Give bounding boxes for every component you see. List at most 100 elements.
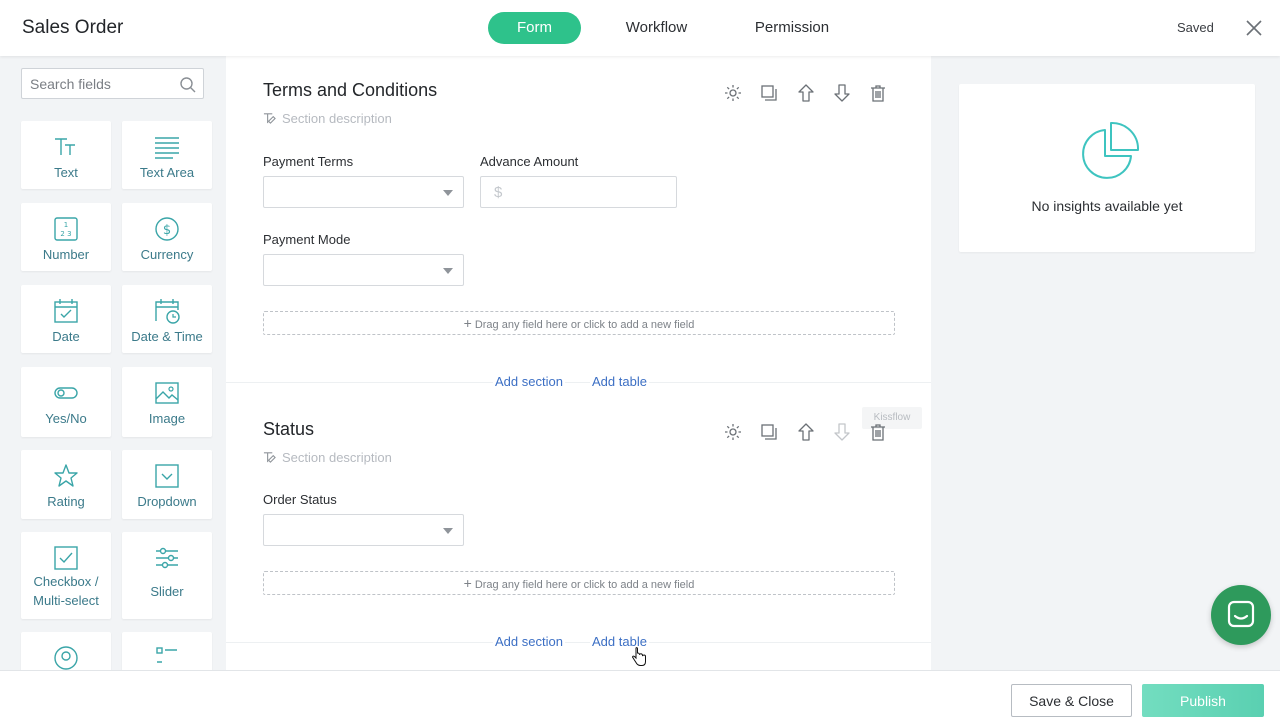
field-label: Order Status: [263, 492, 337, 507]
field-tile-list[interactable]: [122, 632, 212, 670]
chevron-down-icon: [443, 190, 453, 196]
checkbox-icon: [54, 546, 78, 570]
field-tile-label: Text Area: [139, 165, 195, 180]
currency-icon: $: [155, 217, 179, 241]
field-tile-label: Number: [42, 247, 90, 262]
save-close-button[interactable]: Save & Close: [1011, 684, 1132, 717]
field-tile-label: Currency: [140, 247, 194, 262]
date-icon: [54, 299, 78, 323]
svg-text:2 3: 2 3: [60, 230, 71, 238]
chevron-down-icon: [443, 268, 453, 274]
pointer-cursor-icon: [631, 647, 646, 666]
settings-icon[interactable]: [723, 422, 743, 442]
section-description[interactable]: Section description: [263, 450, 392, 465]
pie-chart-icon: [1082, 121, 1140, 179]
field-tile-date-time[interactable]: Date & Time: [122, 285, 212, 353]
field-tile-date[interactable]: Date: [21, 285, 111, 353]
date-time-icon: [155, 299, 180, 324]
field-tile-label: Rating: [47, 494, 85, 509]
close-icon[interactable]: [1244, 18, 1264, 38]
tab-workflow[interactable]: Workflow: [609, 12, 704, 44]
section-title[interactable]: Terms and Conditions: [263, 80, 437, 101]
field-tile-currency[interactable]: $ Currency: [122, 203, 212, 271]
field-tile-label: Dropdown: [137, 494, 197, 509]
edit-text-icon: [263, 452, 276, 463]
slider-icon: [156, 547, 178, 569]
payment-mode-select[interactable]: [263, 254, 464, 286]
add-section-button[interactable]: Add section: [493, 634, 565, 649]
field-tile-number[interactable]: 1 2 3 Number: [21, 203, 111, 271]
field-tile-label: Date: [52, 329, 80, 344]
duplicate-icon[interactable]: [759, 83, 779, 103]
field-tile-checkbox[interactable]: Checkbox / Multi-select: [21, 532, 111, 619]
field-tile-yes-no[interactable]: Yes/No: [21, 367, 111, 437]
section-title[interactable]: Status: [263, 419, 314, 440]
field-tile-image[interactable]: Image: [122, 367, 212, 437]
section-description[interactable]: Section description: [263, 111, 392, 126]
plus-icon: +: [463, 315, 472, 331]
field-tile-dropdown[interactable]: Dropdown: [122, 450, 212, 519]
currency-symbol: $: [494, 184, 503, 201]
field-dropzone[interactable]: + Drag any field here or click to add a n…: [263, 311, 895, 335]
image-icon: [155, 382, 179, 404]
app-title: Sales Order: [22, 17, 124, 38]
field-tile-label: Image: [148, 411, 186, 426]
field-tile-label: Yes/No: [45, 411, 87, 426]
field-tile-slider[interactable]: Slider: [122, 532, 212, 619]
duplicate-icon[interactable]: [759, 422, 779, 442]
form-canvas: Terms and Conditions Section description…: [226, 56, 931, 670]
save-status: Saved: [1177, 20, 1214, 35]
add-section-button[interactable]: Add section: [493, 374, 565, 389]
settings-icon[interactable]: [723, 83, 743, 103]
field-tile-label: Slider: [150, 584, 184, 599]
order-status-select[interactable]: [263, 514, 464, 546]
insights-empty-text: No insights available yet: [1031, 198, 1183, 214]
delete-icon[interactable]: [868, 422, 888, 442]
field-label: Payment Mode: [263, 232, 351, 247]
toggle-icon: [54, 387, 78, 399]
payment-terms-select[interactable]: [263, 176, 464, 208]
number-icon: 1 2 3: [54, 217, 78, 241]
field-tile-label: Text: [54, 165, 78, 180]
user-icon: [54, 646, 78, 670]
section-divider: [226, 642, 931, 643]
field-tile-text-area[interactable]: Text Area: [122, 121, 212, 189]
svg-text:$: $: [163, 223, 171, 238]
edit-text-icon: [263, 113, 276, 124]
field-dropzone[interactable]: + Drag any field here or click to add a n…: [263, 571, 895, 595]
field-tile-user[interactable]: [21, 632, 111, 670]
field-tile-label: Checkbox / Multi-select: [33, 574, 99, 608]
field-tile-rating[interactable]: Rating: [21, 450, 111, 519]
search-box: [21, 68, 204, 99]
plus-icon: +: [463, 575, 472, 591]
field-label: Payment Terms: [263, 154, 354, 169]
move-up-icon[interactable]: [796, 83, 816, 103]
insights-card: No insights available yet: [959, 84, 1255, 252]
field-palette: Text Text Area 1 2 3 Number $ Currency D…: [0, 56, 226, 670]
move-down-icon[interactable]: [832, 83, 852, 103]
footer-bar: Save & Close Publish: [0, 670, 1280, 723]
search-icon[interactable]: [179, 76, 197, 94]
dropdown-icon: [155, 464, 179, 488]
chevron-down-icon: [443, 528, 453, 534]
field-label: Advance Amount: [480, 154, 579, 169]
app-header: Sales Order Form Workflow Permission Sav…: [0, 0, 1280, 56]
list-icon: [156, 647, 177, 663]
add-table-button[interactable]: Add table: [590, 374, 649, 389]
move-down-icon: [834, 423, 850, 441]
field-tile-text[interactable]: Text: [21, 121, 111, 189]
publish-button[interactable]: Publish: [1142, 684, 1264, 717]
insights-panel: No insights available yet: [931, 56, 1280, 670]
advance-amount-input[interactable]: $: [480, 176, 677, 208]
chat-icon: [1227, 600, 1255, 628]
tab-permission[interactable]: Permission: [740, 12, 844, 44]
move-up-icon[interactable]: [796, 422, 816, 442]
delete-icon[interactable]: [868, 83, 888, 103]
text-area-icon: [155, 137, 179, 159]
search-input[interactable]: [30, 75, 170, 93]
chat-launcher-button[interactable]: [1211, 585, 1271, 645]
section-divider: [226, 382, 931, 383]
text-icon: [55, 138, 75, 155]
star-icon: [54, 464, 78, 487]
tab-form[interactable]: Form: [488, 12, 581, 44]
